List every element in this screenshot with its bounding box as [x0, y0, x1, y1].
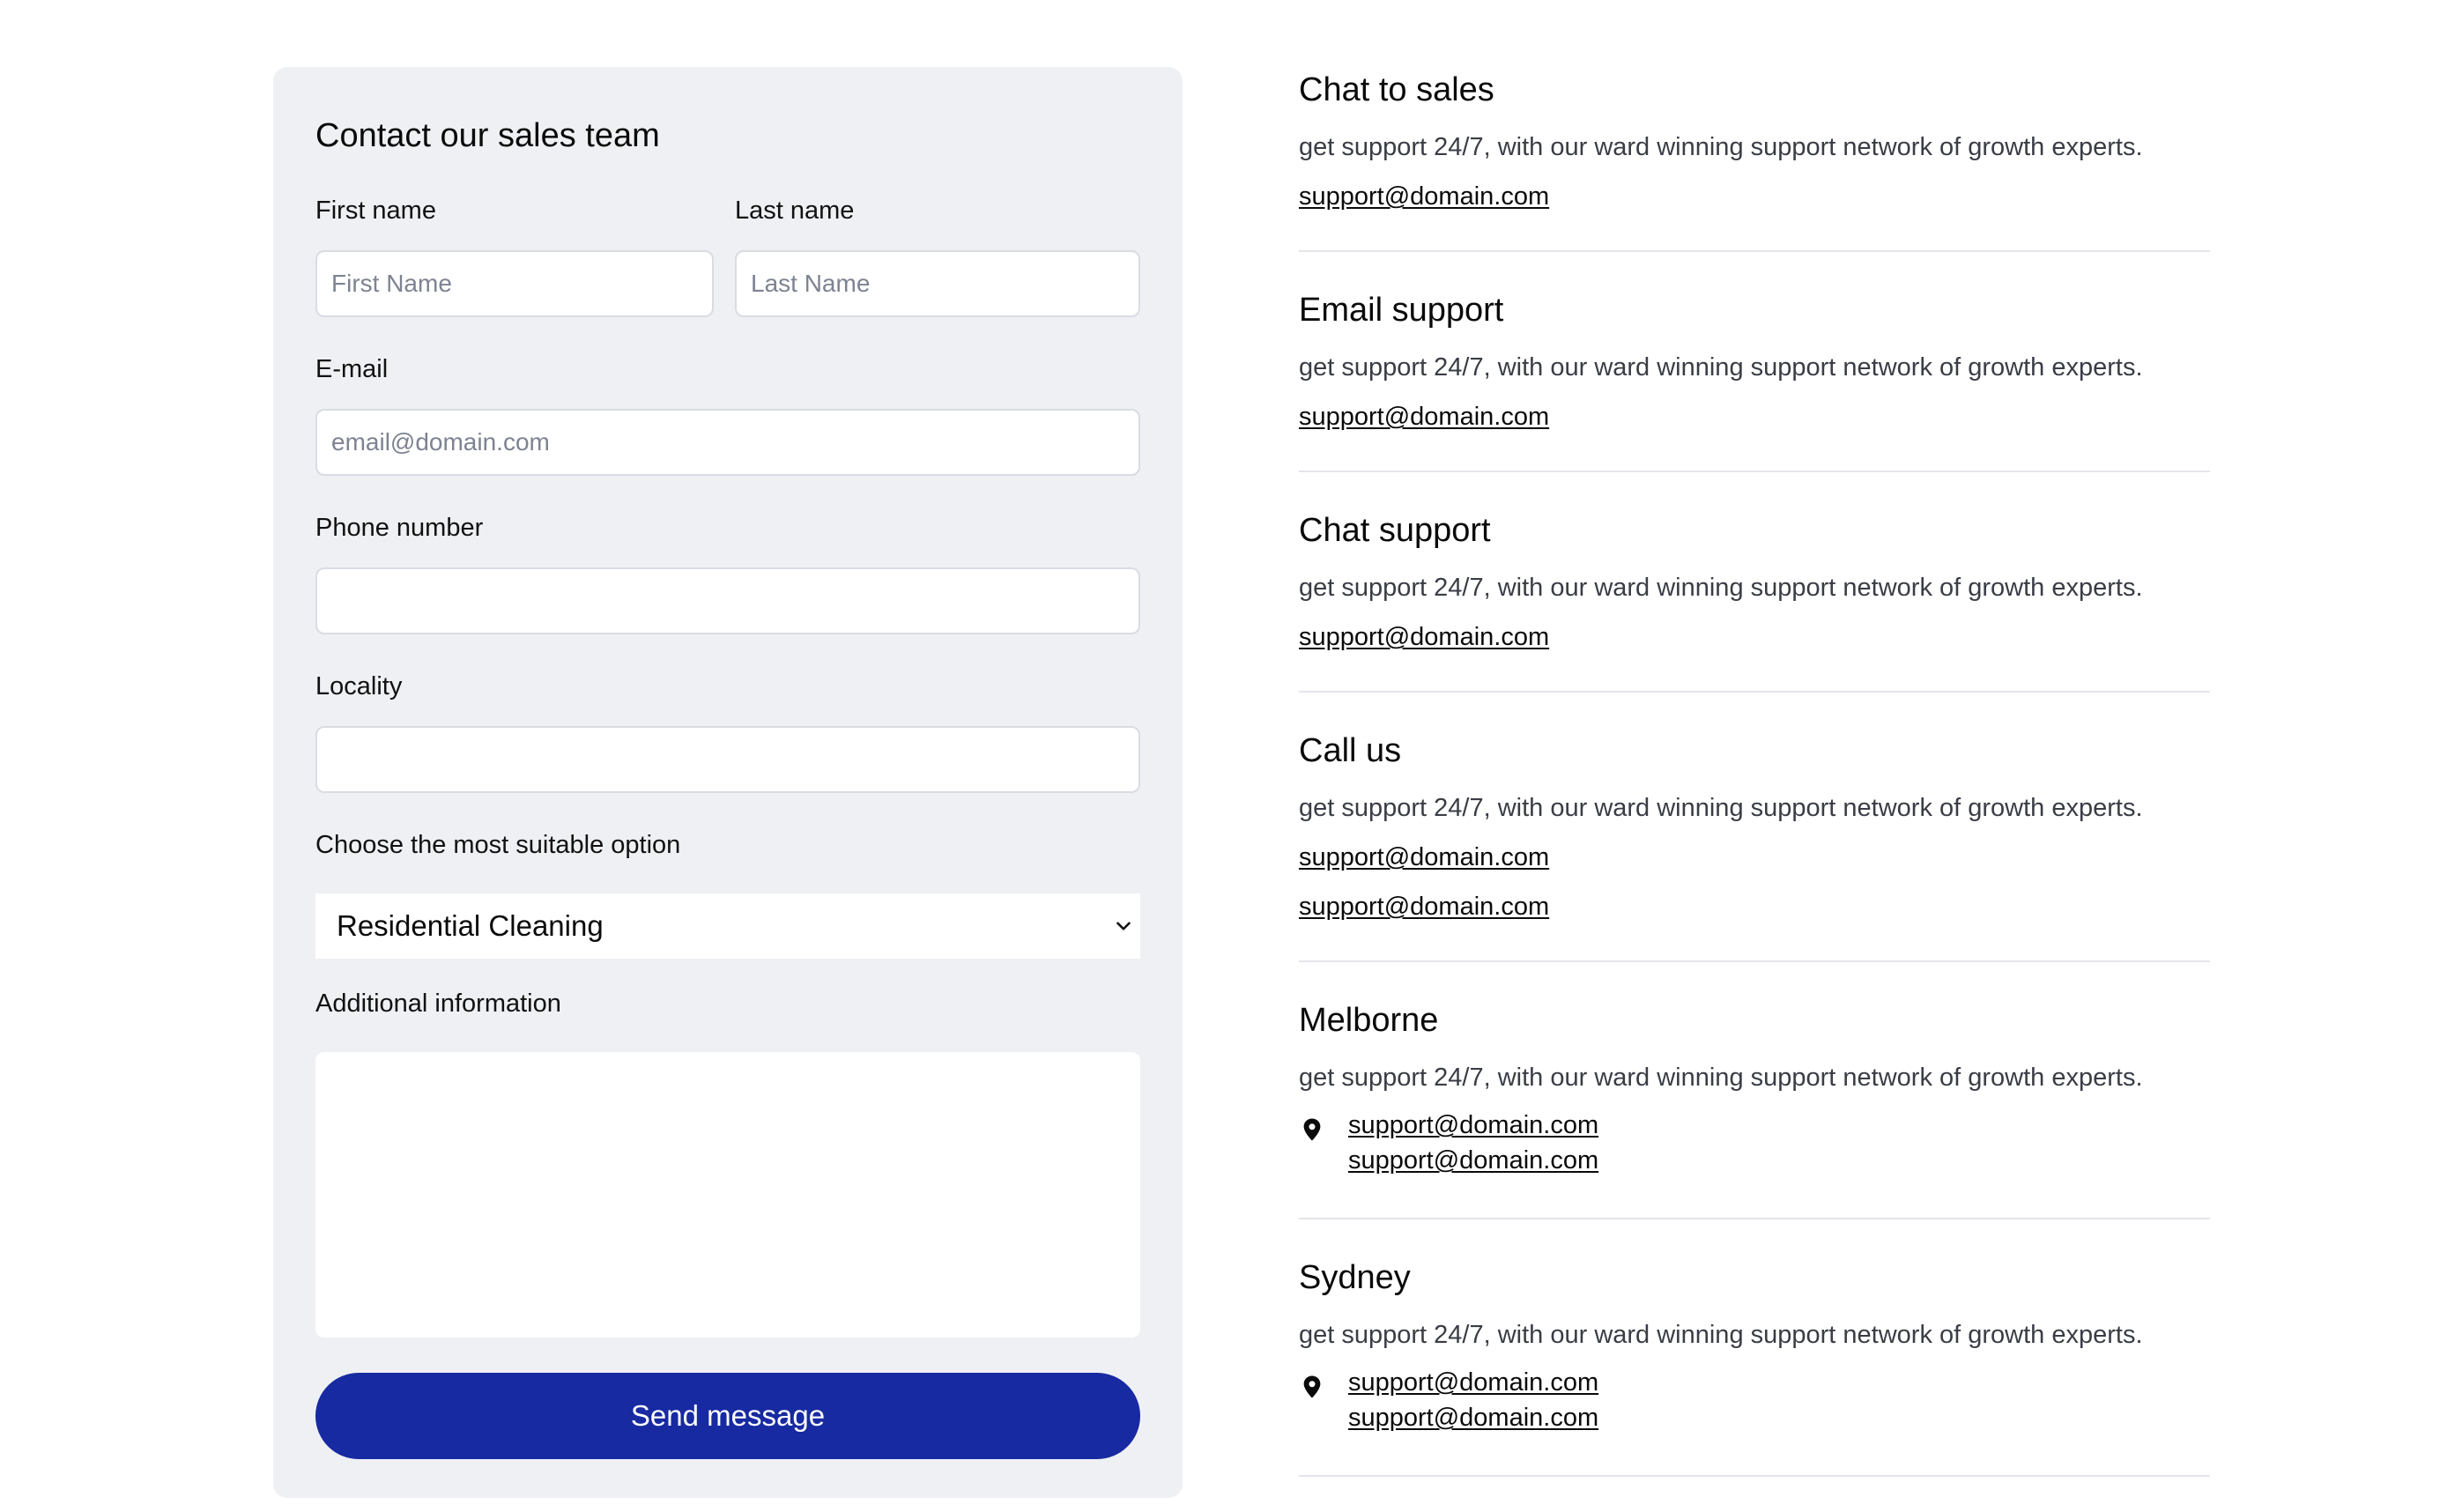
additional-info-label: Additional information: [315, 989, 561, 1018]
support-email-link[interactable]: support@domain.com: [1348, 1367, 1598, 1398]
chevron-down-icon: [1116, 922, 1131, 930]
section-title: Melborne: [1299, 1002, 1439, 1039]
contact-section-email-support: Email support get support 24/7, with our…: [1299, 287, 2210, 472]
locality-label: Locality: [315, 672, 403, 700]
first-name-input[interactable]: [315, 250, 714, 317]
contact-section-call-us: Call us get support 24/7, with our ward …: [1299, 728, 2210, 962]
option-label: Choose the most suitable option: [315, 831, 681, 859]
last-name-input[interactable]: [735, 250, 1140, 317]
section-title: Email support: [1299, 292, 1504, 329]
location-pin-icon: [1303, 1375, 1321, 1398]
option-select-value: Residential Cleaning: [337, 909, 604, 942]
support-email-link[interactable]: support@domain.com: [1299, 892, 1549, 923]
contact-section-chat-to-sales: Chat to sales get support 24/7, with our…: [1299, 67, 2210, 252]
locality-input[interactable]: [315, 726, 1140, 793]
option-select[interactable]: Residential Cleaning: [315, 893, 1140, 959]
location-pin-icon: [1303, 1118, 1321, 1141]
last-name-label: Last name: [735, 196, 855, 225]
support-email-link[interactable]: support@domain.com: [1299, 402, 1549, 433]
section-description: get support 24/7, with our ward winning …: [1299, 353, 2143, 382]
section-title: Call us: [1299, 732, 1402, 769]
support-email-link[interactable]: support@domain.com: [1348, 1403, 1598, 1434]
first-name-label: First name: [315, 196, 436, 225]
contact-section-sydney: Sydney get support 24/7, with our ward w…: [1299, 1255, 2210, 1477]
section-description: get support 24/7, with our ward winning …: [1299, 574, 2143, 602]
support-email-link[interactable]: support@domain.com: [1299, 622, 1549, 653]
form-title: Contact our sales team: [315, 117, 660, 154]
email-input[interactable]: [315, 409, 1140, 476]
support-email-link[interactable]: support@domain.com: [1348, 1110, 1598, 1141]
section-title: Chat support: [1299, 512, 1491, 549]
support-email-link[interactable]: support@domain.com: [1299, 842, 1549, 873]
contact-section-chat-support: Chat support get support 24/7, with our …: [1299, 508, 2210, 693]
additional-info-textarea[interactable]: [315, 1052, 1140, 1338]
contact-form-card: Contact our sales team First name Last n…: [273, 67, 1183, 1498]
section-title: Chat to sales: [1299, 71, 1494, 108]
section-description: get support 24/7, with our ward winning …: [1299, 1321, 2143, 1349]
email-label: E-mail: [315, 355, 389, 383]
support-email-link[interactable]: support@domain.com: [1348, 1145, 1598, 1176]
section-description: get support 24/7, with our ward winning …: [1299, 794, 2143, 822]
section-title: Sydney: [1299, 1259, 1411, 1296]
contact-section-melborne: Melborne get support 24/7, with our ward…: [1299, 997, 2210, 1219]
send-message-button[interactable]: Send message: [315, 1373, 1140, 1459]
phone-input[interactable]: [315, 567, 1140, 634]
support-email-link[interactable]: support@domain.com: [1299, 182, 1549, 212]
section-description: get support 24/7, with our ward winning …: [1299, 1064, 2143, 1092]
section-description: get support 24/7, with our ward winning …: [1299, 133, 2143, 161]
phone-label: Phone number: [315, 514, 484, 542]
